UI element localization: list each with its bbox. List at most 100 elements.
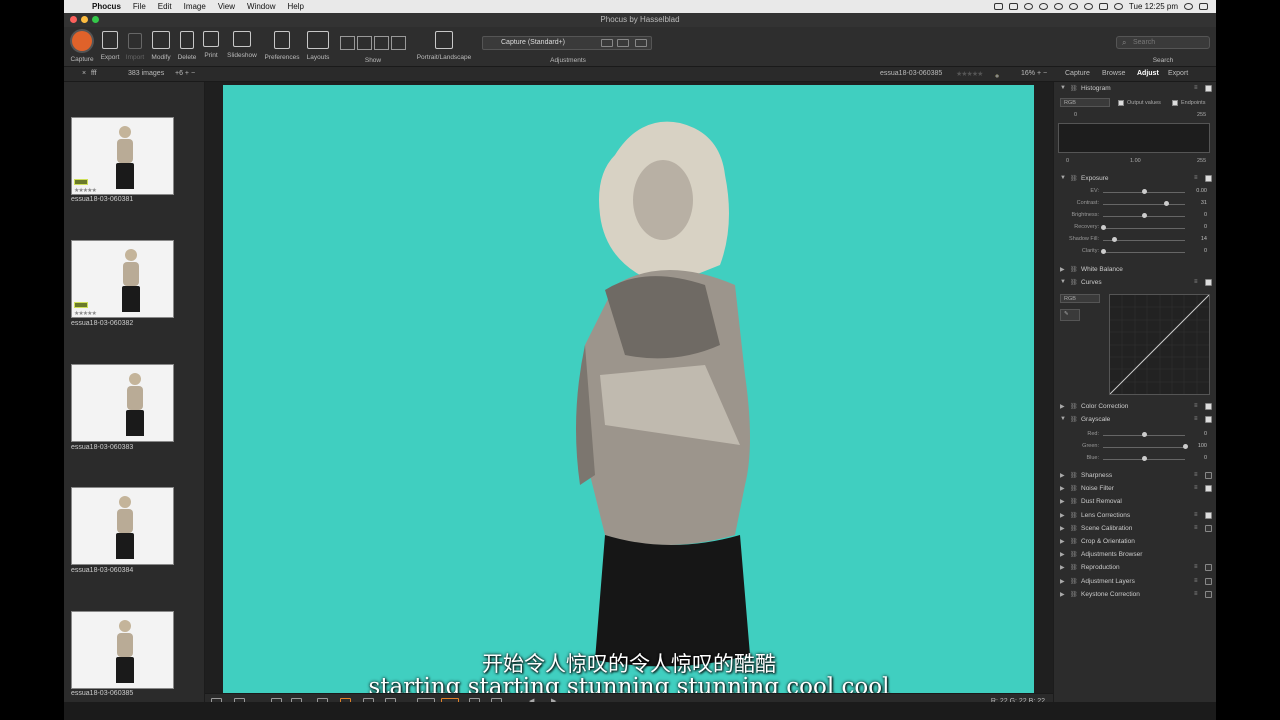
endpoints-checkbox[interactable] — [1172, 100, 1178, 106]
grayscale-slider-knob[interactable] — [1183, 444, 1188, 449]
tab-browse[interactable]: Browse — [1102, 70, 1125, 77]
expand-icon[interactable]: ▶ — [1060, 578, 1065, 585]
options-icon[interactable]: ≡ — [1194, 525, 1198, 531]
exposure-slider-knob[interactable] — [1112, 237, 1118, 242]
camera-status-icon[interactable] — [993, 3, 1003, 10]
exposure-slider-knob[interactable] — [1101, 249, 1106, 254]
export-button[interactable]: Export — [97, 31, 123, 61]
exposure-slider-track[interactable] — [1103, 252, 1185, 253]
reset-icon[interactable] — [601, 39, 613, 47]
thumbnail-image[interactable] — [71, 487, 174, 565]
menu-edit[interactable]: Edit — [152, 2, 178, 11]
menubar-clock[interactable]: Tue 12:25 pm — [1129, 2, 1178, 11]
eyedropper-icon[interactable]: ✎ — [1060, 309, 1080, 321]
options-icon[interactable]: ≡ — [1194, 403, 1198, 409]
show-option-2[interactable] — [357, 36, 372, 50]
crop-orientation-section[interactable]: ▶ ⛓ Crop & Orientation — [1054, 536, 1216, 548]
options-icon[interactable]: ≡ — [1194, 591, 1198, 597]
expand-icon[interactable]: ▼ — [1060, 85, 1066, 91]
curves-channel-dropdown[interactable]: RGB — [1060, 294, 1100, 303]
thumbnail-size-control[interactable]: +6 + − — [175, 70, 195, 77]
exposure-slider-knob[interactable] — [1101, 225, 1106, 230]
curves-enabled-checkbox[interactable] — [1205, 279, 1212, 286]
slideshow-button[interactable]: Slideshow — [224, 31, 260, 59]
lens-corrections-enabled-checkbox[interactable] — [1205, 511, 1212, 519]
grayscale-slider-value[interactable]: 0 — [1204, 431, 1207, 437]
layouts-button[interactable]: Layouts — [304, 31, 332, 61]
grayscale-slider-value[interactable]: 0 — [1204, 455, 1207, 461]
zoom-controls[interactable]: + − — [1037, 70, 1047, 77]
adjustments-preset-dropdown[interactable]: Capture (Standard+) — [482, 36, 652, 50]
noise-filter-enabled-checkbox[interactable] — [1205, 485, 1212, 493]
options-icon[interactable]: ≡ — [1194, 578, 1198, 584]
expand-icon[interactable]: ▼ — [1060, 175, 1066, 181]
grayscale-slider-value[interactable]: 100 — [1198, 443, 1207, 449]
curves-graph[interactable] — [1109, 294, 1210, 395]
exposure-enabled-checkbox[interactable] — [1205, 175, 1212, 182]
sync-status-icon[interactable] — [1038, 3, 1048, 10]
exposure-slider-value[interactable]: 0 — [1204, 224, 1207, 230]
expand-icon[interactable]: ▶ — [1060, 591, 1065, 598]
histogram-section[interactable]: ▼ ⛓ Histogram ≡ — [1054, 83, 1216, 95]
show-option-1[interactable] — [340, 36, 355, 50]
options-icon[interactable]: ≡ — [1194, 564, 1198, 570]
expand-icon[interactable]: ▶ — [1060, 538, 1065, 545]
tab-adjust[interactable]: Adjust — [1137, 70, 1159, 77]
show-option-3[interactable] — [374, 36, 389, 50]
options-icon[interactable]: ≡ — [1194, 175, 1198, 181]
delete-button[interactable]: Delete — [174, 31, 200, 61]
thumbnail-image[interactable]: ★★★★★ — [71, 117, 174, 195]
lock-adjustments-icon[interactable] — [635, 39, 647, 47]
thumbnail-image[interactable]: ★★★★★ — [71, 240, 174, 318]
capture-button[interactable]: Capture — [67, 31, 97, 63]
lens-corrections-section[interactable]: ▶ ⛓ Lens Corrections ≡ — [1054, 510, 1216, 522]
exposure-slider-knob[interactable] — [1142, 213, 1147, 218]
thumbnail-stars[interactable]: ★★★★★ — [74, 310, 97, 317]
histogram-enabled-checkbox[interactable] — [1205, 85, 1212, 92]
import-button[interactable]: Import — [123, 31, 147, 61]
wifi-icon[interactable] — [1083, 3, 1093, 10]
histogram-channel-dropdown[interactable]: RGB — [1060, 98, 1110, 107]
options-icon[interactable]: ≡ — [1194, 85, 1198, 91]
thumbnail-image[interactable] — [71, 611, 174, 689]
options-icon[interactable]: ≡ — [1194, 279, 1198, 285]
spotlight-icon[interactable] — [1184, 3, 1193, 10]
menu-app[interactable]: Phocus — [86, 2, 127, 11]
rating-stars[interactable]: ★★★★★ — [956, 70, 983, 78]
grayscale-slider-knob[interactable] — [1142, 432, 1147, 437]
color-correction-section[interactable]: ▶ ⛓ Color Correction ≡ — [1054, 401, 1216, 413]
exposure-slider-value[interactable]: 0 — [1204, 248, 1207, 254]
timemachine-icon[interactable] — [1053, 3, 1063, 10]
preferences-button[interactable]: Preferences — [262, 31, 302, 61]
exposure-section[interactable]: ▼ ⛓ Exposure ≡ — [1054, 173, 1216, 185]
noise-filter-section[interactable]: ▶ ⛓ Noise Filter ≡ — [1054, 483, 1216, 495]
menu-view[interactable]: View — [212, 2, 241, 11]
record-status-icon[interactable] — [1023, 3, 1033, 10]
expand-icon[interactable]: ▶ — [1060, 498, 1065, 505]
exposure-slider-knob[interactable] — [1164, 201, 1170, 206]
color-tag[interactable] — [74, 302, 88, 308]
menu-file[interactable]: File — [127, 2, 152, 11]
portrait-landscape-button[interactable]: Portrait/Landscape — [413, 31, 475, 61]
tab-capture[interactable]: Capture — [1065, 70, 1090, 77]
options-icon[interactable]: ≡ — [1194, 485, 1198, 491]
dust-removal-section[interactable]: ▶ ⛓ Dust Removal — [1054, 496, 1216, 508]
keystone-correction-enabled-checkbox[interactable] — [1205, 590, 1212, 598]
print-button[interactable]: Print — [200, 31, 222, 59]
expand-icon[interactable]: ▶ — [1060, 403, 1065, 410]
exposure-slider-value[interactable]: 14 — [1201, 236, 1207, 242]
reproduction-section[interactable]: ▶ ⛓ Reproduction ≡ — [1054, 562, 1216, 574]
thumbnail-stars[interactable]: ★★★★★ — [74, 187, 97, 194]
menu-image[interactable]: Image — [178, 2, 212, 11]
notification-center-icon[interactable] — [1199, 3, 1208, 10]
menu-window[interactable]: Window — [241, 2, 281, 11]
bluetooth-icon[interactable] — [1068, 3, 1078, 10]
expand-icon[interactable]: ▼ — [1060, 416, 1066, 422]
exposure-slider-track[interactable] — [1103, 204, 1185, 205]
show-option-4[interactable] — [391, 36, 406, 50]
copy-adjustments-icon[interactable] — [617, 39, 629, 47]
color-tag[interactable] — [74, 179, 88, 185]
exposure-slider-track[interactable] — [1103, 228, 1185, 229]
menu-help[interactable]: Help — [281, 2, 309, 11]
output-values-checkbox[interactable] — [1118, 100, 1124, 106]
